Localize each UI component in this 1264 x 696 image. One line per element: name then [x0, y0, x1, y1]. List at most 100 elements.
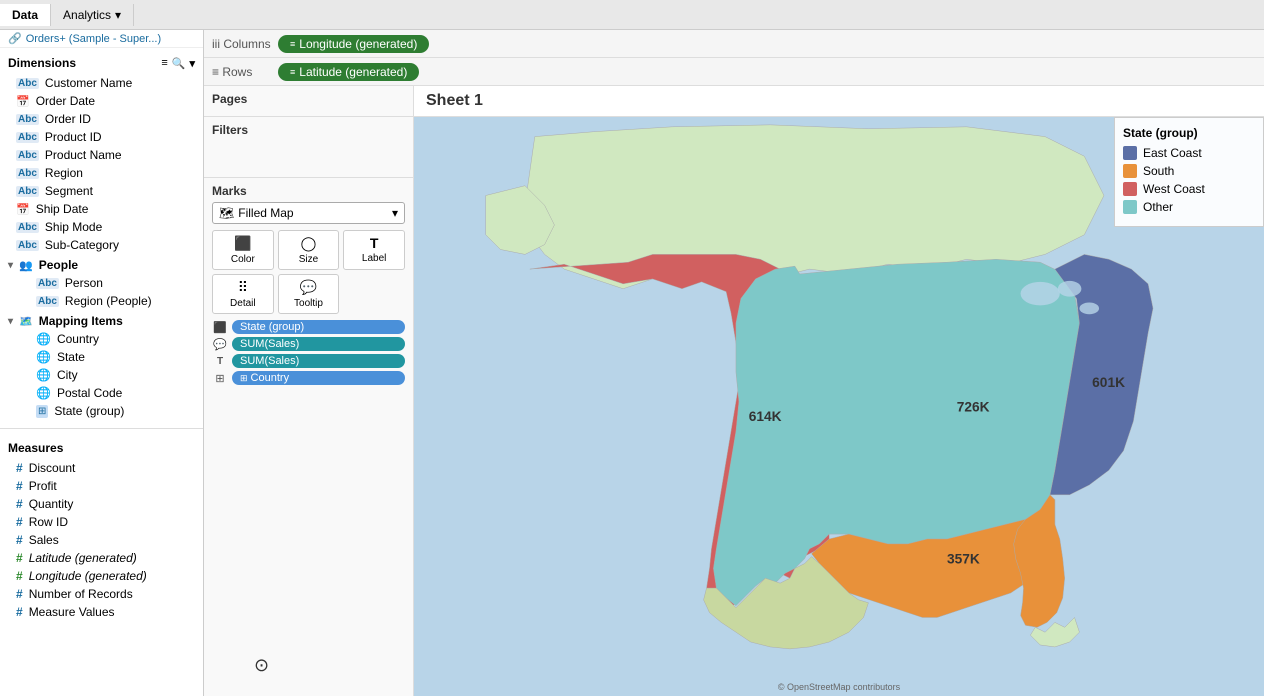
list-icon[interactable]: ≡: [161, 57, 167, 70]
globe-icon: 🌐: [36, 332, 51, 346]
size-button[interactable]: ◯ Size: [278, 230, 340, 270]
meas-label: Profit: [29, 479, 57, 493]
dropdown-chevron: ▾: [392, 206, 398, 220]
dim-region-people[interactable]: Abc Region (People): [0, 292, 203, 310]
detail-button[interactable]: ⠿ Detail: [212, 274, 274, 314]
dim-state-group[interactable]: ⊞ State (group): [0, 402, 203, 420]
dim-segment[interactable]: Abc Segment: [0, 182, 203, 200]
south-swatch: [1123, 164, 1137, 178]
group-label: Mapping Items: [39, 314, 123, 328]
group-mapping[interactable]: ▾ 🗺️ Mapping Items: [0, 312, 203, 330]
color-label: Color: [231, 254, 255, 265]
hash-icon: #: [16, 479, 23, 493]
state-group-pill[interactable]: State (group): [232, 320, 405, 334]
analytics-tab[interactable]: Analytics ▾: [51, 4, 134, 26]
sidebar: 🔗 Orders+ (Sample - Super...) Dimensions…: [0, 30, 204, 696]
dim-country[interactable]: 🌐 Country: [0, 330, 203, 348]
pages-section: Pages: [204, 86, 413, 117]
dim-sub-category[interactable]: Abc Sub-Category: [0, 236, 203, 254]
color-dot-icon: ⬛: [212, 321, 228, 334]
sum-sales-pill-2[interactable]: SUM(Sales): [232, 354, 405, 368]
meas-row-id[interactable]: # Row ID: [0, 513, 203, 531]
dim-city[interactable]: 🌐 City: [0, 366, 203, 384]
data-source-row[interactable]: 🔗 Orders+ (Sample - Super...): [0, 30, 203, 48]
tooltip-label: Tooltip: [294, 298, 323, 309]
rows-row: ≡ Rows ≡ Latitude (generated): [204, 58, 1264, 86]
dim-label: Customer Name: [45, 76, 132, 90]
expand-icon[interactable]: ▾: [189, 57, 195, 70]
meas-label: Quantity: [29, 497, 74, 511]
columns-row: iii Columns ≡ Longitude (generated): [204, 30, 1264, 58]
dim-ship-mode[interactable]: Abc Ship Mode: [0, 218, 203, 236]
hash-icon: #: [16, 497, 23, 511]
dim-region[interactable]: Abc Region: [0, 164, 203, 182]
filters-title: Filters: [212, 123, 405, 137]
search-icon[interactable]: 🔍: [172, 57, 186, 70]
svg-text:614K: 614K: [749, 409, 782, 424]
meas-profit[interactable]: # Profit: [0, 477, 203, 495]
meas-label: Measure Values: [29, 605, 115, 619]
dim-person[interactable]: Abc Person: [0, 274, 203, 292]
meas-num-records[interactable]: # Number of Records: [0, 585, 203, 603]
group-label: People: [39, 258, 78, 272]
sum-sales-pill-1[interactable]: SUM(Sales): [232, 337, 405, 351]
dim-label: Ship Mode: [45, 220, 102, 234]
meas-label: Sales: [29, 533, 59, 547]
measures-section: Measures # Discount # Profit # Quantity …: [0, 433, 203, 625]
cal-icon: 📅: [16, 203, 30, 216]
dimensions-header: Dimensions ≡ 🔍 ▾: [0, 52, 203, 74]
meas-sales[interactable]: # Sales: [0, 531, 203, 549]
east-coast-swatch: [1123, 146, 1137, 160]
map-view[interactable]: 614K 726K 601K 357K State (group) East C…: [414, 117, 1264, 696]
dim-product-id[interactable]: Abc Product ID: [0, 128, 203, 146]
filled-map-icon: 🗺: [219, 206, 234, 220]
dim-ship-date[interactable]: 📅 Ship Date: [0, 200, 203, 218]
pill-icon-inner: ⊞: [240, 373, 248, 384]
dim-state[interactable]: 🌐 State: [0, 348, 203, 366]
filters-section: Filters: [204, 117, 413, 178]
marks-type-dropdown[interactable]: 🗺 Filled Map ▾: [212, 202, 405, 224]
dim-postal-code[interactable]: 🌐 Postal Code: [0, 384, 203, 402]
group-people[interactable]: ▾ 👥 People: [0, 256, 203, 274]
abc-icon: Abc: [36, 296, 59, 307]
meas-quantity[interactable]: # Quantity: [0, 495, 203, 513]
analytics-label: Analytics: [63, 8, 111, 22]
marks-pill-sum-sales-1: 💬 SUM(Sales): [212, 337, 405, 351]
dim-customer-name[interactable]: Abc Customer Name: [0, 74, 203, 92]
tri-icon: ▾: [8, 260, 13, 271]
analytics-dropdown-icon: ▾: [115, 8, 121, 22]
dimensions-label: Dimensions: [8, 56, 76, 70]
meas-latitude[interactable]: # Latitude (generated): [0, 549, 203, 567]
country-pill[interactable]: ⊞ Country: [232, 371, 405, 385]
legend-item-east-coast: East Coast: [1123, 146, 1255, 160]
marks-pill-sum-sales-2: T SUM(Sales): [212, 354, 405, 368]
dim-label: Product ID: [45, 130, 102, 144]
center-area: iii Columns ≡ Longitude (generated) ≡ Ro…: [204, 30, 1264, 696]
hash-icon: #: [16, 587, 23, 601]
dim-label: Order ID: [45, 112, 91, 126]
svg-text:601K: 601K: [1092, 375, 1125, 390]
map-container: Sheet 1: [414, 86, 1264, 696]
abc-icon: Abc: [16, 150, 39, 161]
data-tab[interactable]: Data: [0, 4, 51, 26]
tri-icon: ▾: [8, 316, 13, 327]
meas-discount[interactable]: # Discount: [0, 459, 203, 477]
dim-label: State: [57, 350, 85, 364]
legend-item-west-coast: West Coast: [1123, 182, 1255, 196]
hash-icon: #: [16, 461, 23, 475]
label-button[interactable]: T Label: [343, 230, 405, 270]
globe-icon: 🌐: [36, 386, 51, 400]
abc-icon: Abc: [16, 222, 39, 233]
color-button[interactable]: ⬛ Color: [212, 230, 274, 270]
abc-icon: Abc: [16, 78, 39, 89]
state-icon: ⊞: [36, 405, 48, 418]
tooltip-button[interactable]: 💬 Tooltip: [278, 274, 340, 314]
longitude-pill[interactable]: ≡ Longitude (generated): [278, 35, 429, 53]
latitude-pill[interactable]: ≡ Latitude (generated): [278, 63, 419, 81]
meas-measure-values[interactable]: # Measure Values: [0, 603, 203, 621]
meas-longitude[interactable]: # Longitude (generated): [0, 567, 203, 585]
dim-label: Postal Code: [57, 386, 122, 400]
dim-product-name[interactable]: Abc Product Name: [0, 146, 203, 164]
dim-order-date[interactable]: 📅 Order Date: [0, 92, 203, 110]
dim-order-id[interactable]: Abc Order ID: [0, 110, 203, 128]
